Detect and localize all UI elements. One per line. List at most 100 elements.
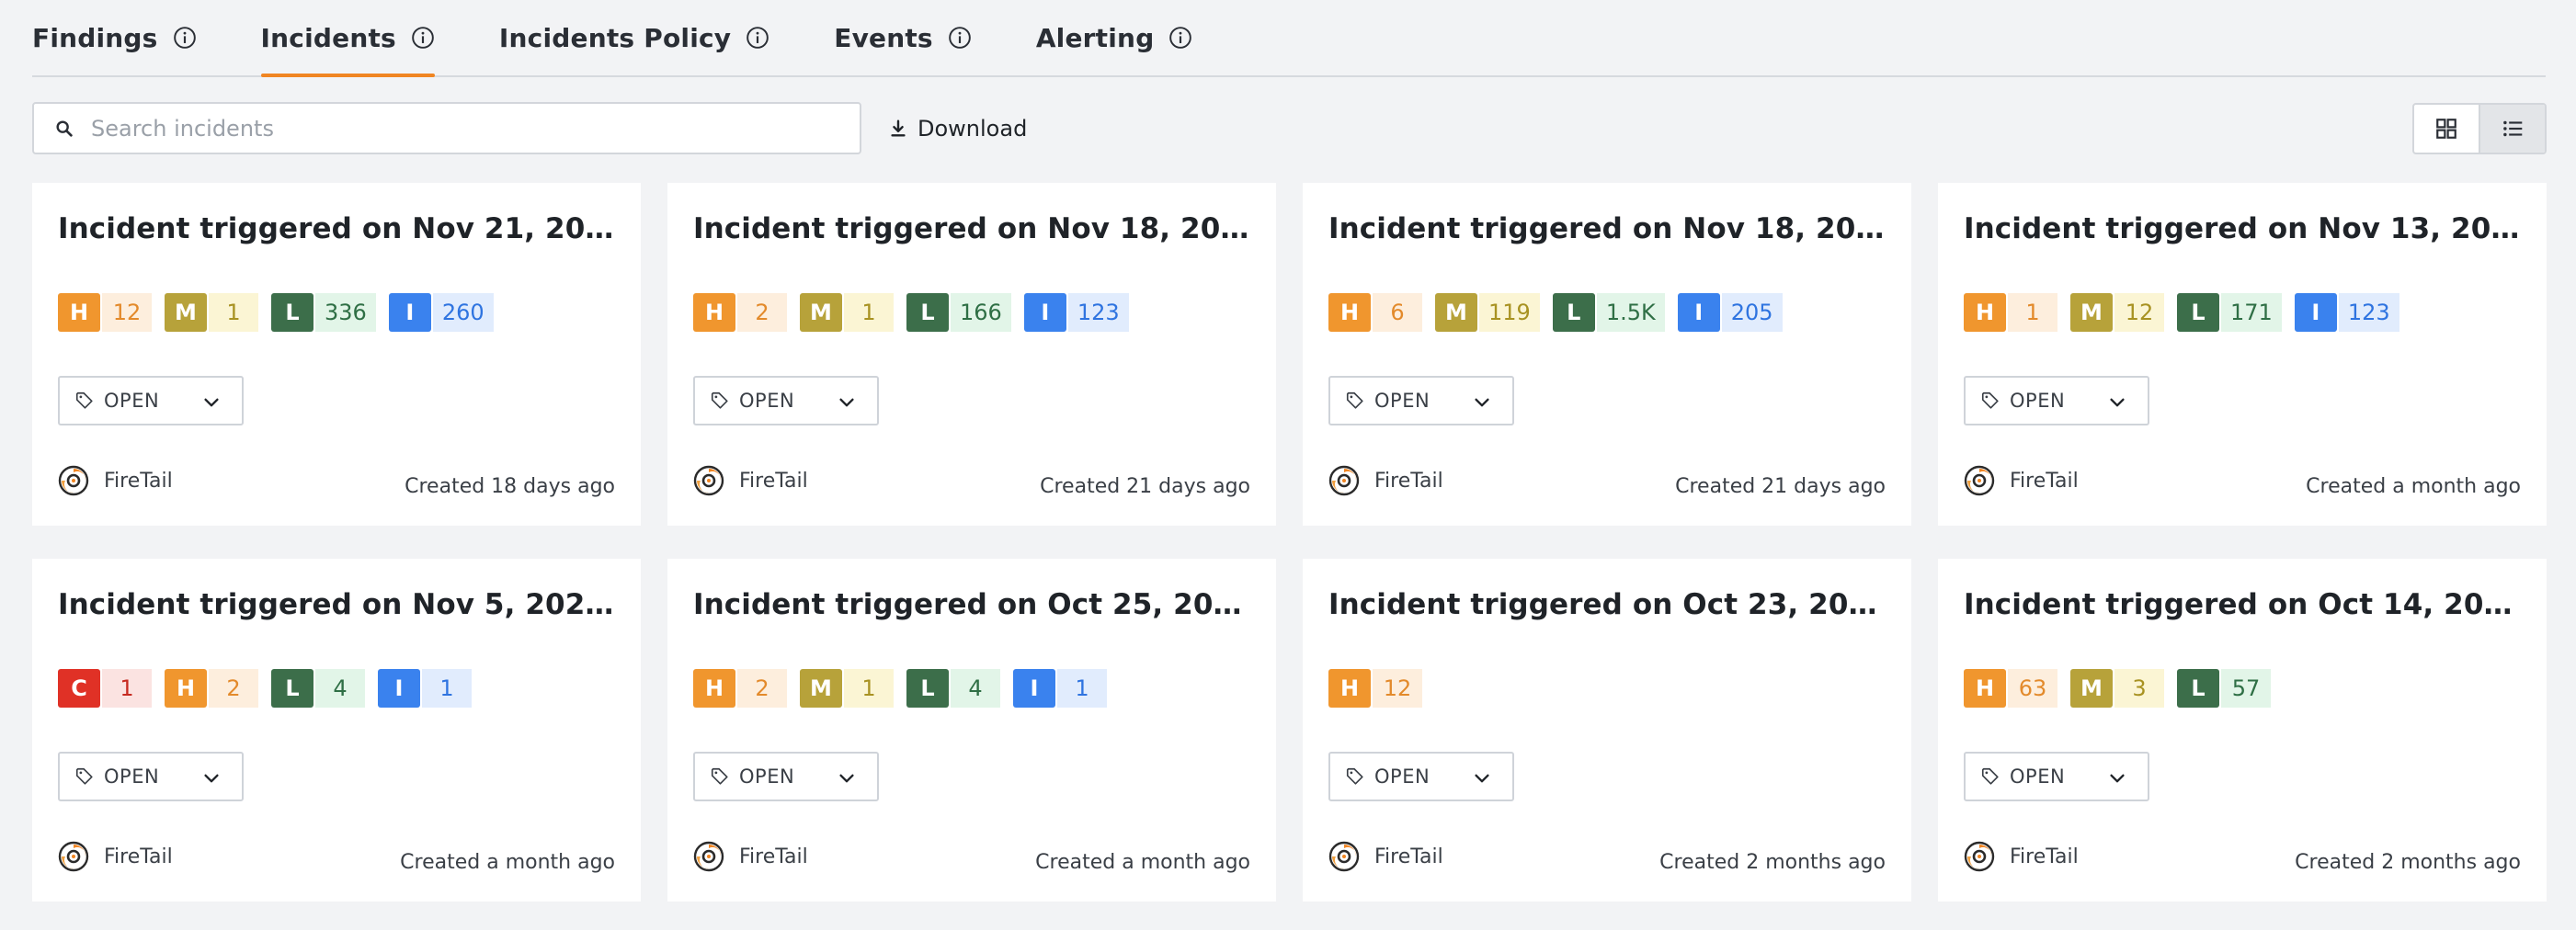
status-dropdown[interactable]: OPEN (693, 376, 879, 425)
incident-title[interactable]: Incident triggered on Nov 5, 2024 3:11 .… (58, 588, 615, 629)
severity-count: 4 (315, 669, 365, 708)
severity-count: 260 (432, 293, 494, 332)
severity-count: 336 (315, 293, 376, 332)
status-label: OPEN (739, 390, 795, 412)
owner: FireTail (1328, 840, 1443, 873)
owner: FireTail (58, 840, 173, 873)
severity-count: 1 (102, 669, 152, 708)
firetail-logo-icon (1328, 841, 1360, 872)
owner: FireTail (1964, 464, 2079, 497)
severity-count: 1 (209, 293, 258, 332)
severity-count: 2 (737, 293, 787, 332)
owner-name: FireTail (104, 845, 173, 868)
chevron-down-icon (1475, 774, 1489, 783)
severity-level: I (1023, 293, 1066, 332)
info-icon[interactable] (948, 26, 972, 50)
search-icon (56, 119, 73, 137)
severity-level: L (906, 669, 949, 708)
severity-level: H (1328, 669, 1371, 708)
severity-badge: H2 (693, 669, 787, 708)
status-label: OPEN (1374, 766, 1430, 788)
incident-card[interactable]: Incident triggered on Nov 21, 2024 4:1..… (32, 183, 641, 526)
severity-count: 1 (422, 669, 472, 708)
incident-title[interactable]: Incident triggered on Oct 14, 2024 1:12.… (1964, 588, 2521, 629)
severity-count: 1 (844, 293, 894, 332)
list-view-button[interactable] (2479, 105, 2545, 153)
incident-title[interactable]: Incident triggered on Nov 13, 2024 3:1..… (1964, 212, 2521, 253)
created-timestamp: Created 2 months ago (1659, 851, 1886, 874)
download-label: Download (918, 116, 1028, 142)
severity-level: M (2070, 293, 2113, 332)
chevron-down-icon (839, 398, 854, 407)
tag-icon (1346, 767, 1363, 785)
info-icon[interactable] (1168, 26, 1192, 50)
severity-badge: H2 (693, 293, 787, 332)
severity-count: 2 (209, 669, 258, 708)
tag-icon (711, 767, 728, 785)
created-timestamp: Created a month ago (400, 851, 615, 874)
incident-card[interactable]: Incident triggered on Nov 5, 2024 3:11 .… (32, 559, 641, 902)
incident-title[interactable]: Incident triggered on Nov 18, 2024 8:1..… (693, 212, 1250, 253)
incident-card[interactable]: Incident triggered on Nov 18, 2024 8:1..… (667, 183, 1276, 526)
tab-incidents[interactable]: Incidents (260, 0, 436, 77)
status-dropdown[interactable]: OPEN (58, 376, 244, 425)
chevron-down-icon (2110, 774, 2125, 783)
download-button[interactable]: Download (888, 108, 1027, 149)
incident-card[interactable]: Incident triggered on Oct 25, 2024 9:11.… (667, 559, 1276, 902)
search-input[interactable] (89, 114, 847, 142)
incident-card[interactable]: Incident triggered on Oct 23, 2024 5:12.… (1303, 559, 1911, 902)
status-dropdown[interactable]: OPEN (1964, 752, 2149, 801)
incident-card[interactable]: Incident triggered on Nov 18, 2024 4:1..… (1303, 183, 1911, 526)
status-dropdown[interactable]: OPEN (58, 752, 244, 801)
severity-level: I (388, 293, 431, 332)
tab-label: Findings (32, 22, 158, 53)
tab-findings[interactable]: Findings (32, 0, 197, 75)
owner: FireTail (1964, 840, 2079, 873)
severity-badge: M3 (2070, 669, 2164, 708)
tag-icon (75, 391, 93, 409)
tab-incidents-policy[interactable]: Incidents Policy (499, 0, 769, 75)
severity-badge: I 123 (1023, 293, 1129, 332)
incident-card[interactable]: Incident triggered on Oct 14, 2024 1:12.… (1938, 559, 2547, 902)
search-box[interactable] (32, 102, 861, 154)
severity-count: 123 (1067, 293, 1129, 332)
tag-icon (75, 767, 93, 785)
status-label: OPEN (1374, 390, 1430, 412)
severity-badge: M1 (800, 669, 894, 708)
card-footer: FireTail Created a month ago (58, 840, 615, 884)
severity-count: 123 (2338, 293, 2399, 332)
severity-badge: I 205 (1677, 293, 1783, 332)
incident-title[interactable]: Incident triggered on Oct 25, 2024 9:11.… (693, 588, 1250, 629)
status-dropdown[interactable]: OPEN (1328, 752, 1514, 801)
info-icon[interactable] (746, 26, 769, 50)
severity-level: M (800, 293, 842, 332)
status-dropdown[interactable]: OPEN (1964, 376, 2149, 425)
severity-level: L (271, 669, 313, 708)
incident-card[interactable]: Incident triggered on Nov 13, 2024 3:1..… (1938, 183, 2547, 526)
severity-badge: I1 (378, 669, 472, 708)
card-footer: FireTail Created 2 months ago (1328, 840, 1886, 884)
severity-level: M (165, 293, 207, 332)
severity-badge: L4 (271, 669, 365, 708)
tab-alerting[interactable]: Alerting (1036, 0, 1193, 75)
info-icon[interactable] (411, 26, 435, 50)
info-icon[interactable] (173, 26, 197, 50)
view-toggle (2412, 103, 2547, 154)
incident-title[interactable]: Incident triggered on Nov 18, 2024 4:1..… (1328, 212, 1886, 253)
status-dropdown[interactable]: OPEN (1328, 376, 1514, 425)
status-dropdown[interactable]: OPEN (693, 752, 879, 801)
severity-count: 119 (1479, 293, 1540, 332)
severity-count: 166 (951, 293, 1011, 332)
tab-events[interactable]: Events (834, 0, 972, 75)
severity-badge: L 171 (2177, 293, 2282, 332)
incident-title[interactable]: Incident triggered on Oct 23, 2024 5:12.… (1328, 588, 1886, 629)
severity-level: H (1964, 293, 2006, 332)
incident-title[interactable]: Incident triggered on Nov 21, 2024 4:1..… (58, 212, 615, 253)
severity-count: 3 (2114, 669, 2164, 708)
severity-badge: M 119 (1435, 293, 1540, 332)
card-footer: FireTail Created 21 days ago (693, 464, 1250, 508)
grid-view-button[interactable] (2414, 105, 2479, 153)
severity-level: I (2294, 293, 2337, 332)
severity-count: 205 (1721, 293, 1783, 332)
card-footer: FireTail Created 2 months ago (1964, 840, 2521, 884)
